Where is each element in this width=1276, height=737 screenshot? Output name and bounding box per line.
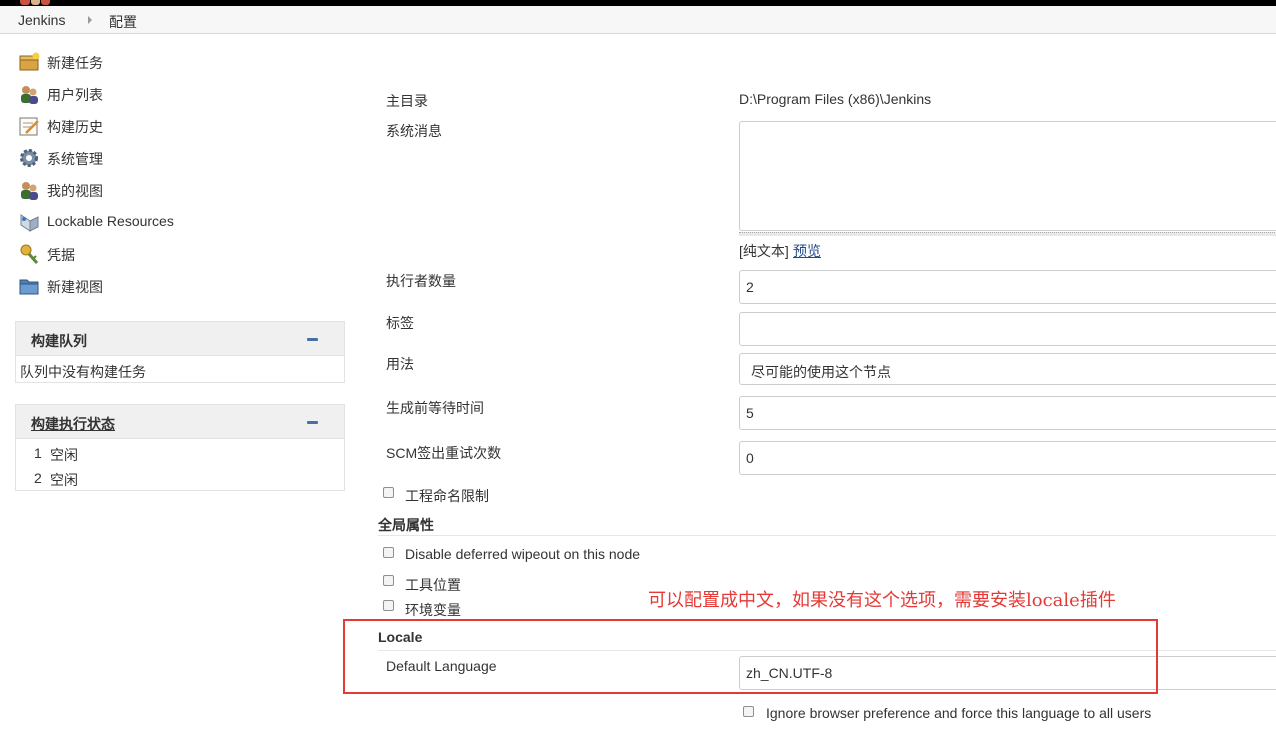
sidebar-item-label: 系统管理 (47, 151, 103, 167)
users-icon (21, 86, 38, 104)
usage-label: 用法 (386, 356, 414, 372)
executor-status-title-link[interactable]: 构建执行状态 (31, 414, 115, 434)
folder-icon (19, 279, 39, 295)
executor-status-pane: 构建执行状态 1 空闲 2 空闲 (15, 404, 345, 491)
sidebar-item-label: 我的视图 (47, 183, 103, 199)
usage-select[interactable]: 尽可能的使用这个节点 (739, 353, 1276, 385)
system-message-label: 系统消息 (386, 123, 442, 139)
preview-link[interactable]: 预览 (793, 241, 821, 261)
sidebar-item-label: 新建任务 (47, 55, 103, 71)
section-divider (378, 535, 1276, 536)
disable-wipeout-label: Disable deferred wipeout on this node (405, 546, 641, 562)
project-naming-checkbox[interactable] (383, 487, 394, 498)
ignore-browser-label: Ignore browser preference and force this… (766, 705, 1152, 721)
annotation-text: 可以配置成中文，如果没有这个选项，需要安装locale插件 (648, 590, 1116, 611)
executor-number: 1 (34, 445, 42, 461)
breadcrumb-chevron-icon[interactable] (88, 16, 92, 24)
executor-status-header: 构建执行状态 (16, 405, 344, 439)
sidebar-item-label: 新建视图 (47, 279, 103, 295)
executors-count-input[interactable]: 2 (739, 270, 1276, 304)
executors-count-label: 执行者数量 (386, 273, 456, 289)
breadcrumb: Jenkins 配置 (0, 6, 1276, 34)
build-queue-header: 构建队列 (16, 322, 344, 356)
textarea-resize-handle[interactable] (739, 232, 1276, 236)
env-vars-label: 环境变量 (405, 602, 461, 618)
new-item-icon (19, 52, 40, 71)
annotation-highlight-box (343, 619, 1158, 694)
executor-status: 空闲 (50, 447, 78, 463)
text-format-label: [纯文本] (739, 243, 789, 259)
scm-retry-input[interactable]: 0 (739, 441, 1276, 475)
build-queue-empty-text: 队列中没有构建任务 (20, 364, 146, 380)
lockable-resources-icon (20, 214, 39, 232)
system-message-textarea[interactable] (739, 121, 1276, 231)
sidebar-item-label: 凭据 (47, 247, 75, 263)
ignore-browser-checkbox[interactable] (743, 706, 754, 717)
breadcrumb-current[interactable]: 配置 (109, 12, 137, 32)
home-dir-label: 主目录 (386, 93, 428, 109)
labels-input[interactable] (739, 312, 1276, 346)
disable-wipeout-checkbox[interactable] (383, 547, 394, 558)
labels-label: 标签 (386, 315, 414, 331)
credentials-icon (20, 244, 39, 264)
sidebar-item-label: Lockable Resources (47, 213, 174, 229)
build-history-icon (19, 117, 39, 136)
gear-icon (20, 149, 38, 167)
my-views-icon (21, 182, 38, 200)
project-naming-label: 工程命名限制 (405, 488, 489, 504)
global-properties-heading: 全局属性 (378, 517, 434, 533)
collapse-icon[interactable] (307, 421, 318, 424)
tool-locations-checkbox[interactable] (383, 575, 394, 586)
executor-number: 2 (34, 470, 42, 486)
sidebar-item-label: 用户列表 (47, 87, 103, 103)
build-queue-title: 构建队列 (31, 333, 87, 349)
breadcrumb-home-link[interactable]: Jenkins (18, 12, 65, 28)
sidebar-item-label: 构建历史 (47, 119, 103, 135)
executor-status: 空闲 (50, 472, 78, 488)
home-dir-value: D:\Program Files (x86)\Jenkins (739, 91, 932, 107)
scm-retry-label: SCM签出重试次数 (386, 445, 502, 461)
tool-locations-label: 工具位置 (405, 577, 461, 593)
quiet-period-label: 生成前等待时间 (386, 400, 484, 416)
collapse-icon[interactable] (307, 338, 318, 341)
build-queue-pane: 构建队列 队列中没有构建任务 (15, 321, 345, 383)
env-vars-checkbox[interactable] (383, 600, 394, 611)
quiet-period-input[interactable]: 5 (739, 396, 1276, 430)
